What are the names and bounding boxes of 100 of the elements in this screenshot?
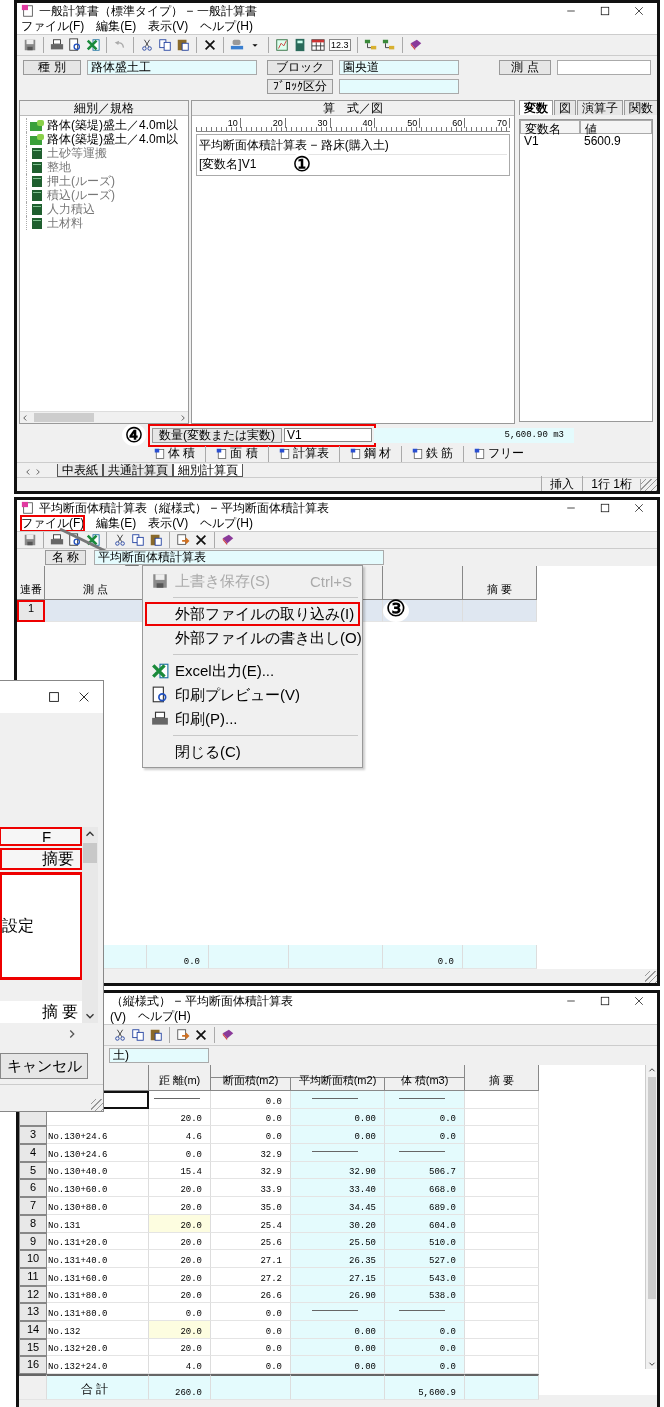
copy-icon[interactable] bbox=[131, 1028, 145, 1042]
vertical-scrollbar[interactable] bbox=[82, 827, 98, 1023]
clipboard-icon[interactable] bbox=[149, 533, 163, 547]
menu-item[interactable]: ヘルプ(H) bbox=[199, 18, 254, 35]
vertical-scrollbar[interactable] bbox=[645, 1065, 657, 1369]
scroll-thumb[interactable] bbox=[647, 1077, 656, 1299]
insert-button[interactable]: 鋼 材 bbox=[363, 445, 392, 462]
stamp-icon[interactable] bbox=[230, 38, 244, 52]
close-icon[interactable] bbox=[77, 690, 91, 704]
field-label-button[interactable]: 種 別 bbox=[23, 60, 81, 75]
tab[interactable]: 関数 bbox=[624, 100, 657, 115]
field-label-button[interactable]: 名 称 bbox=[45, 550, 87, 565]
table-icon[interactable] bbox=[311, 38, 325, 52]
quantity-field[interactable]: V1 bbox=[284, 428, 372, 442]
resize-grip[interactable] bbox=[640, 478, 657, 491]
row-number[interactable]: 13 bbox=[19, 1303, 47, 1321]
table-cell[interactable]: ③ bbox=[383, 600, 463, 622]
tab[interactable]: 図 bbox=[554, 100, 576, 115]
chart-icon[interactable] bbox=[275, 38, 289, 52]
menu-item[interactable]: 印刷プレビュー(V) bbox=[145, 683, 360, 707]
row-number[interactable]: 1 bbox=[17, 600, 45, 622]
scroll-thumb[interactable] bbox=[83, 843, 97, 863]
menu-item[interactable]: 閉じる(C) bbox=[145, 740, 360, 764]
name-field[interactable]: 土) bbox=[109, 1048, 209, 1063]
spreadsheet-icon[interactable] bbox=[86, 38, 100, 52]
insert-button[interactable]: 鉄 筋 bbox=[426, 445, 454, 462]
close-icon[interactable] bbox=[633, 502, 645, 514]
row-number[interactable]: 3 bbox=[19, 1126, 47, 1145]
sheet-tab[interactable]: 細別計算頁 bbox=[173, 464, 243, 477]
clipboard-icon[interactable] bbox=[176, 38, 190, 52]
menu-item[interactable]: (V) bbox=[109, 1009, 127, 1024]
delete-icon[interactable] bbox=[194, 1028, 208, 1042]
resize-grip[interactable] bbox=[645, 971, 657, 983]
sheet-tab[interactable]: 共通計算頁 bbox=[103, 464, 173, 477]
scissors-icon[interactable] bbox=[113, 533, 127, 547]
row-number[interactable]: 7 bbox=[19, 1197, 47, 1215]
menu-item[interactable]: 編集(E) bbox=[95, 18, 138, 35]
book-icon[interactable] bbox=[221, 1028, 235, 1042]
close-icon[interactable] bbox=[633, 995, 645, 1007]
menu-item[interactable]: ファイル(F) bbox=[20, 515, 86, 532]
printer-icon[interactable] bbox=[50, 38, 64, 52]
field-label-button[interactable]: ﾌﾞﾛｯｸ区分 bbox=[267, 79, 333, 94]
maximize-icon[interactable] bbox=[599, 502, 611, 514]
sheet-icon[interactable] bbox=[474, 447, 487, 460]
sheet-icon[interactable] bbox=[154, 447, 166, 460]
row-number[interactable]: 16 bbox=[19, 1356, 47, 1374]
menu-item[interactable]: 表示(V) bbox=[147, 18, 190, 35]
name-field[interactable]: 平均断面体積計算表 bbox=[94, 550, 385, 565]
copy-icon[interactable] bbox=[158, 38, 172, 52]
maximize-icon[interactable] bbox=[599, 5, 611, 17]
spreadsheet-icon[interactable] bbox=[86, 533, 100, 547]
delete-icon[interactable] bbox=[194, 533, 208, 547]
text-field[interactable]: 園央道 bbox=[339, 60, 459, 75]
delete-icon[interactable] bbox=[203, 38, 217, 52]
maximize-icon[interactable] bbox=[599, 995, 611, 1007]
scroll-thumb[interactable] bbox=[34, 413, 94, 422]
tab[interactable]: 変数 bbox=[519, 100, 553, 115]
preview-icon[interactable] bbox=[68, 533, 82, 547]
horizontal-scrollbar[interactable] bbox=[20, 411, 188, 423]
text-field[interactable]: 路体盛土工 bbox=[87, 60, 257, 75]
sheet-icon[interactable] bbox=[412, 447, 425, 460]
menu-item[interactable]: ヘルプ(H) bbox=[137, 1008, 192, 1025]
save-icon[interactable] bbox=[23, 38, 37, 52]
save-icon[interactable] bbox=[23, 533, 37, 547]
insert-button[interactable]: 体 積 bbox=[168, 445, 196, 462]
tab[interactable]: 演算子 bbox=[577, 100, 623, 115]
sheet-icon[interactable] bbox=[278, 447, 291, 460]
calculator-icon[interactable] bbox=[293, 38, 307, 52]
tree-item[interactable]: 路体(築堤)盛土／4.0m以 bbox=[47, 116, 178, 134]
copy-icon[interactable] bbox=[131, 533, 145, 547]
menu-item[interactable]: 印刷(P)... bbox=[145, 707, 360, 731]
menu-item[interactable]: 編集(E) bbox=[95, 515, 138, 532]
number-format-button[interactable]: 12.3 bbox=[329, 39, 351, 51]
scissors-icon[interactable] bbox=[140, 38, 154, 52]
menu-item[interactable]: 外部ファイルの書き出し(O) bbox=[145, 626, 360, 650]
insert-button[interactable]: 計算表 bbox=[292, 445, 329, 462]
insert-button[interactable]: 面 積 bbox=[230, 445, 258, 462]
cancel-button[interactable]: キャンセル bbox=[0, 1053, 88, 1079]
table-cell[interactable] bbox=[463, 600, 537, 622]
preview-icon[interactable] bbox=[68, 38, 82, 52]
resize-grip[interactable] bbox=[91, 1099, 103, 1111]
book-icon[interactable] bbox=[221, 533, 235, 547]
formula-box[interactable]: 平均断面体積計算表 − 路床(購入土) [変数名]V1 ① bbox=[196, 134, 510, 176]
menu-item[interactable]: 外部ファイルの取り込み(I) bbox=[145, 602, 360, 626]
quantity-button[interactable]: 数量(変数または実数) bbox=[152, 427, 282, 443]
row-number[interactable]: 10 bbox=[19, 1250, 47, 1268]
menu-item[interactable]: ヘルプ(H) bbox=[199, 515, 254, 532]
tree-icon[interactable] bbox=[363, 38, 378, 52]
tree-icon[interactable] bbox=[381, 38, 396, 52]
import-icon[interactable] bbox=[176, 533, 190, 547]
sheet-tab[interactable]: 中表紙 bbox=[57, 464, 103, 477]
book-icon[interactable] bbox=[408, 38, 423, 52]
field-label-button[interactable]: ブロック bbox=[267, 60, 333, 75]
close-icon[interactable] bbox=[633, 5, 645, 17]
menu-item[interactable]: 表示(V) bbox=[147, 515, 190, 532]
insert-button[interactable]: フリー bbox=[488, 445, 525, 462]
row-number[interactable]: 6 bbox=[19, 1179, 47, 1198]
menu-item[interactable]: Excel出力(E)... bbox=[145, 659, 360, 683]
field-label-button[interactable]: 測 点 bbox=[499, 60, 551, 75]
text-field[interactable] bbox=[339, 79, 459, 94]
